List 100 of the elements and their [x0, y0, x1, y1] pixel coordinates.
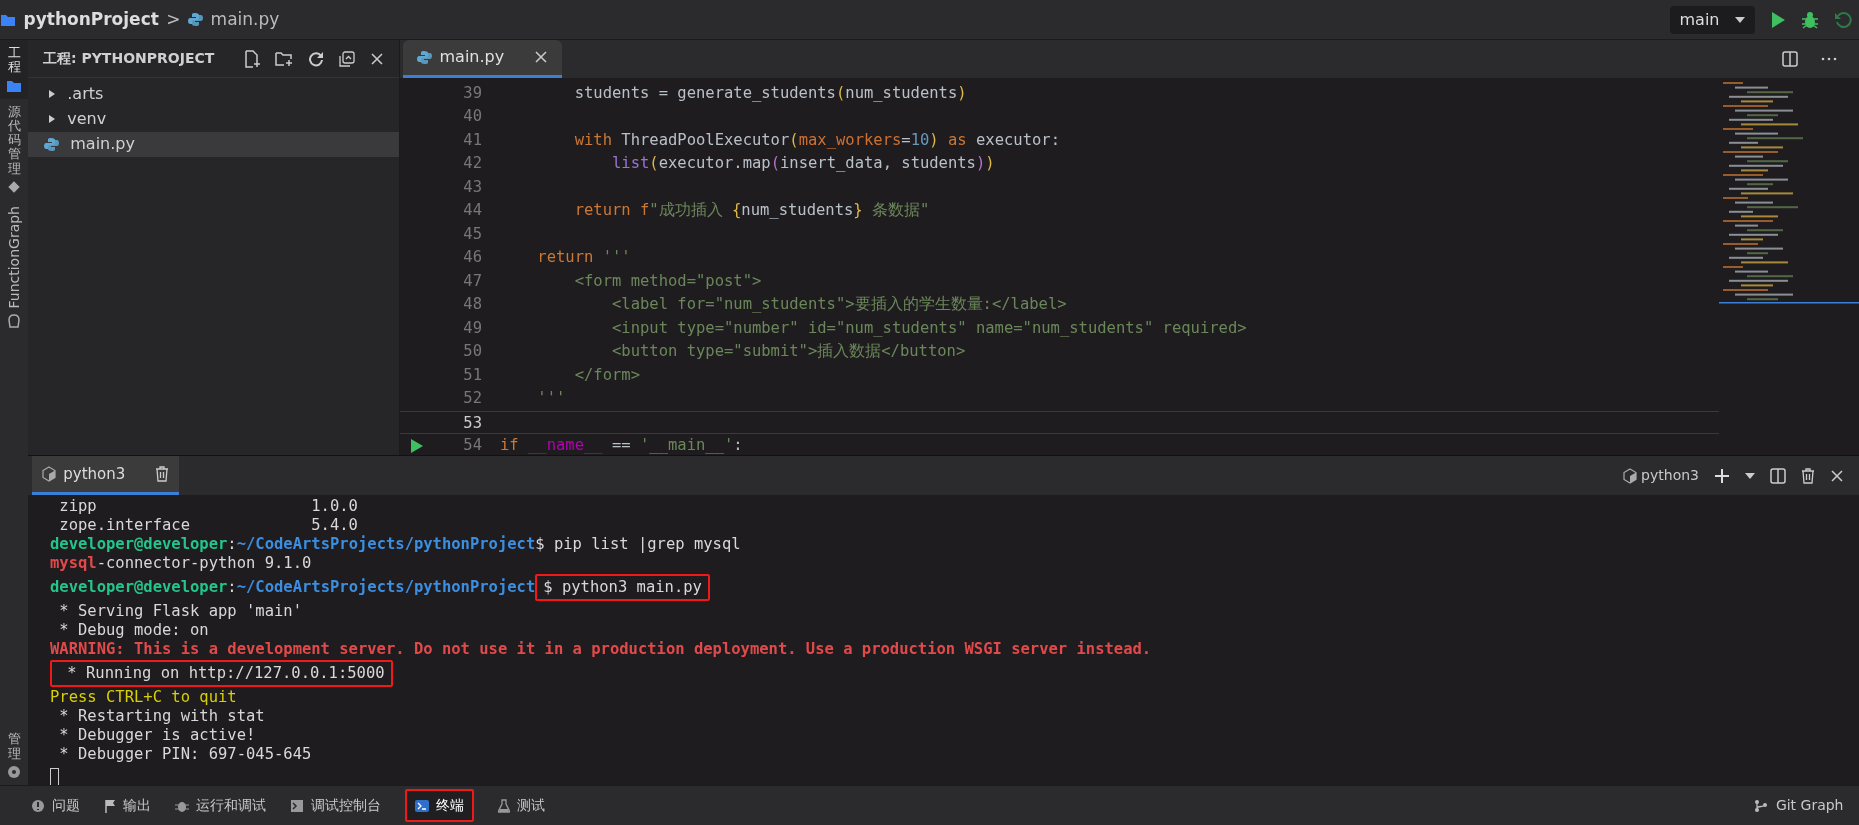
terminal-text: :: [227, 535, 237, 554]
flask-icon: [497, 798, 510, 813]
split-terminal-icon[interactable]: [1770, 467, 1786, 484]
panel-tab[interactable]: 运行和调试: [166, 791, 274, 820]
line-number: 46: [463, 247, 482, 268]
python-file-icon: [417, 49, 432, 65]
panel-tab[interactable]: 测试: [489, 791, 553, 820]
code-line: <input type="number" id="num_students" name="num_students" required>: [610, 317, 1247, 339]
line-number: 40: [463, 106, 482, 127]
dropdown-caret-icon[interactable]: [1745, 472, 1755, 479]
file-tree-item[interactable]: .arts: [28, 81, 399, 107]
line-number: 47: [463, 270, 482, 292]
terminal-text: zope.interface 5.4.0: [58, 516, 358, 535]
panel-tab[interactable]: 调试控制台: [281, 791, 389, 820]
activity-item[interactable]: 源代码管理: [0, 98, 28, 201]
terminal-text: * Debugger is active!: [58, 726, 256, 745]
breadcrumb-item[interactable]: pythonProject: [23, 6, 159, 33]
line-number: 54: [463, 435, 482, 455]
line-number: 51: [463, 364, 482, 386]
collapse-all-icon[interactable]: [339, 50, 355, 67]
code-line: <button type="submit">插入数据</button>: [610, 341, 966, 362]
cube-icon: [41, 466, 56, 483]
dropdown-caret-icon: [1734, 16, 1745, 23]
code-line: return ''': [536, 247, 631, 268]
folder-icon: [0, 12, 16, 27]
folder-icon: [6, 78, 22, 93]
new-folder-icon[interactable]: [275, 50, 293, 67]
line-number: 49: [463, 317, 482, 339]
terminal-text: ~/CodeArtsProjects/pythonProject: [236, 535, 536, 554]
git-graph-icon: [1754, 798, 1769, 813]
explorer-title: 工程: PYTHONPROJECT: [43, 49, 215, 68]
shell-label: python3: [1641, 466, 1699, 486]
terminal-text: $ pip list |grep mysql: [535, 535, 741, 554]
trash-icon[interactable]: [1801, 467, 1815, 484]
terminal-text: :: [227, 578, 237, 597]
run-icon[interactable]: [1769, 10, 1786, 29]
terminal-text: * Debugger PIN: 697-045-645: [58, 745, 312, 764]
git-graph-button[interactable]: Git Graph: [1746, 791, 1852, 820]
activity-item[interactable]: 工程: [0, 40, 28, 99]
line-number: 53: [463, 412, 482, 433]
close-icon[interactable]: [370, 51, 384, 66]
python-file-icon: [44, 136, 59, 152]
flag-icon: [103, 798, 116, 813]
more-icon[interactable]: [1820, 56, 1837, 61]
code-line: with ThreadPoolExecutor(max_workers=10) as executor:: [573, 129, 1060, 151]
code-line: return f"成功插入 {num_students} 条数据": [573, 200, 930, 221]
code-line: ''': [536, 388, 566, 409]
split-editor-icon[interactable]: [1782, 50, 1798, 67]
trash-icon[interactable]: [155, 466, 170, 483]
breadcrumb-item[interactable]: main.py: [210, 6, 280, 33]
activity-item[interactable]: FunctionGraph: [0, 200, 28, 335]
close-tab-icon[interactable]: [534, 50, 549, 65]
highlighted-terminal-text: * Running on http://127.0.0.1:5000: [50, 660, 393, 688]
terminal-text: * Debug mode: on: [58, 621, 209, 640]
line-number: 43: [463, 176, 482, 198]
panel-tab[interactable]: 终端: [404, 789, 474, 822]
line-number: 45: [463, 223, 482, 245]
python-file-icon: [188, 12, 204, 27]
terminal-text: zipp 1.0.0: [58, 497, 358, 516]
code-line: </form>: [573, 364, 640, 386]
line-number: 41: [463, 129, 482, 151]
terminal-text: -connector-python 9.1.0: [96, 554, 312, 573]
terminal-icon: [414, 799, 429, 812]
bug-icon[interactable]: [1800, 10, 1819, 29]
panel-tab[interactable]: 输出: [95, 791, 159, 820]
close-icon[interactable]: [1830, 468, 1844, 483]
code-line: if __name__ == '__main__':: [500, 435, 743, 455]
panel-tab[interactable]: 问题: [22, 791, 88, 820]
restart-icon[interactable]: [1833, 10, 1852, 29]
activity-item[interactable]: 管理: [0, 726, 28, 785]
add-icon[interactable]: [1714, 467, 1730, 484]
refresh-icon[interactable]: [308, 50, 324, 67]
info-icon: [30, 798, 45, 813]
new-file-icon[interactable]: [244, 49, 260, 68]
terminal-text: Press CTRL+C to quit: [50, 688, 237, 707]
line-number: 52: [463, 388, 482, 409]
terminal-text: WARNING: This is a development server. Do not use it in a production deployment. Use a production WSGI server instead.: [50, 640, 1152, 659]
console-icon: [289, 798, 304, 813]
editor-tab[interactable]: main.py: [403, 40, 563, 78]
caret-right-icon: [48, 114, 56, 125]
cube-icon: [1623, 467, 1638, 484]
run-icon[interactable]: [410, 438, 424, 454]
gear-icon: [7, 765, 21, 779]
code-line: students = generate_students(num_students): [573, 82, 967, 104]
line-number: 44: [463, 200, 482, 221]
line-number: 48: [463, 294, 482, 315]
terminal-text: developer@developer: [50, 578, 228, 597]
code-line: list(executor.map(insert_data, students)): [610, 153, 995, 174]
terminal-tab[interactable]: python3: [31, 456, 180, 496]
file-tree-item[interactable]: main.py: [28, 131, 399, 157]
highlighted-terminal-text: $ python3 main.py: [535, 574, 710, 602]
terminal-text: * Restarting with stat: [58, 707, 265, 726]
run-config-dropdown[interactable]: main: [1669, 5, 1755, 34]
line-number: 42: [463, 153, 482, 174]
terminal-text: developer@developer: [50, 535, 228, 554]
terminal-text: * Serving Flask app 'main': [58, 602, 302, 621]
breadcrumb-separator: >: [166, 7, 181, 31]
file-tree-item[interactable]: venv: [28, 106, 399, 132]
line-number: 50: [463, 341, 482, 362]
terminal-text: ~/CodeArtsProjects/pythonProject: [236, 578, 536, 597]
